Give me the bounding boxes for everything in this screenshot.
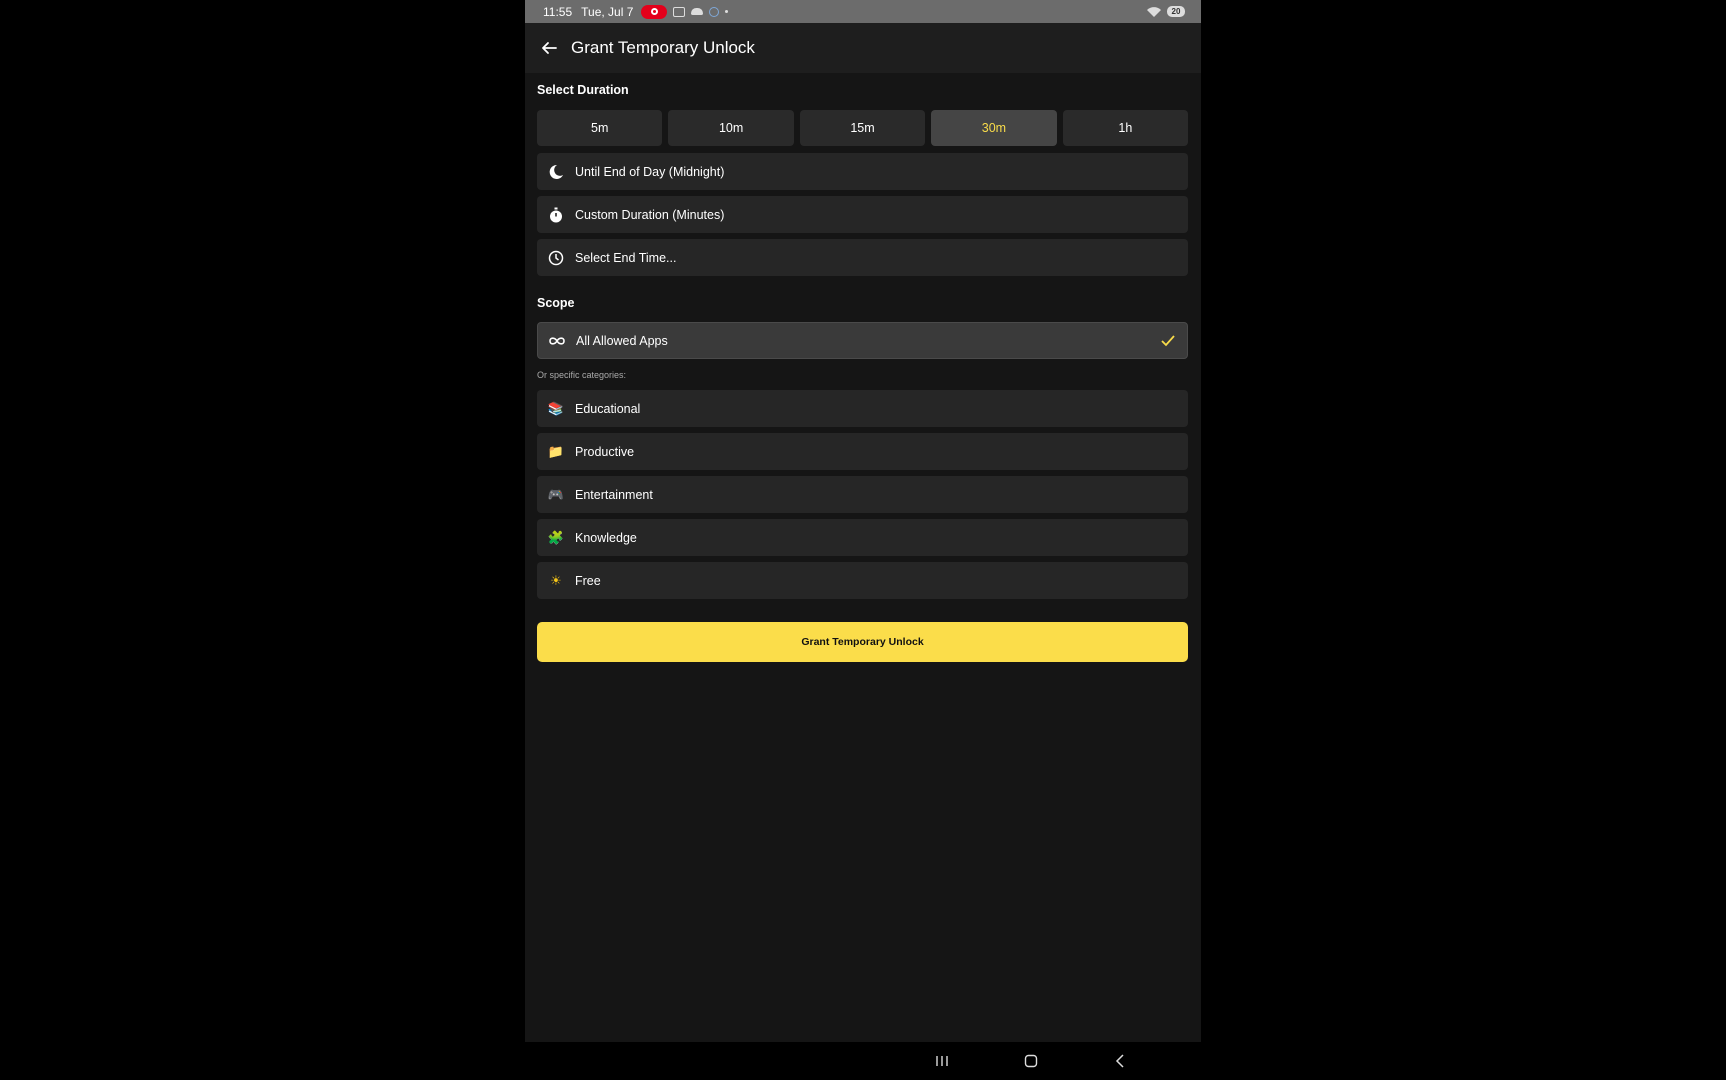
status-date: Tue, Jul 7: [581, 4, 634, 19]
system-nav-bar: [525, 1042, 1201, 1080]
home-icon[interactable]: [1011, 1042, 1051, 1080]
clock-icon: [547, 249, 565, 267]
categories-sub-label: Or specific categories:: [537, 370, 627, 380]
duration-30m-button[interactable]: 30m: [931, 110, 1057, 146]
duration-section-label: Select Duration: [537, 83, 629, 97]
duration-options: 5m 10m 15m 30m 1h: [537, 110, 1189, 146]
category-knowledge-row[interactable]: 🧩 Knowledge: [537, 519, 1188, 556]
duration-15m-button[interactable]: 15m: [799, 110, 926, 146]
category-productive-row[interactable]: 📁 Productive: [537, 433, 1188, 470]
sun-icon: ☀: [550, 572, 562, 588]
sync-icon: [709, 6, 720, 17]
all-allowed-apps-row[interactable]: All Allowed Apps: [537, 322, 1188, 359]
cloud-icon: [691, 8, 704, 15]
row-label: Until End of Day (Midnight): [575, 164, 725, 179]
folder-icon: 📁: [547, 443, 565, 459]
row-label: Select End Time...: [575, 250, 677, 265]
row-label: Entertainment: [575, 487, 653, 502]
row-label: Free: [575, 573, 601, 588]
recents-icon[interactable]: [922, 1042, 962, 1080]
battery-icon: 20: [1167, 6, 1185, 17]
gamepad-icon: 🎮: [547, 486, 565, 502]
row-label: Educational: [575, 401, 641, 416]
category-free-row[interactable]: ☀ Free: [537, 562, 1188, 599]
grant-temporary-unlock-button[interactable]: Grant Temporary Unlock: [537, 622, 1188, 662]
infinity-icon: [548, 332, 566, 350]
device-screen: 11:55 Tue, Jul 7 20 Grant Temporary Unlo…: [525, 0, 1201, 1080]
row-label: All Allowed Apps: [576, 333, 668, 348]
back-icon[interactable]: [1100, 1042, 1140, 1080]
row-label: Custom Duration (Minutes): [575, 207, 725, 222]
custom-duration-row[interactable]: Custom Duration (Minutes): [537, 196, 1188, 233]
row-label: Knowledge: [575, 530, 637, 545]
page-title: Grant Temporary Unlock: [571, 38, 755, 57]
until-end-of-day-row[interactable]: Until End of Day (Midnight): [537, 153, 1188, 190]
duration-10m-button[interactable]: 10m: [668, 110, 794, 146]
more-notifications-dot: [725, 10, 729, 13]
screenshot-icon: [673, 6, 686, 17]
books-icon: 📚: [547, 400, 565, 416]
checkmark-icon: [1161, 334, 1175, 347]
status-time: 11:55: [543, 4, 573, 19]
arrow-left-icon[interactable]: [537, 36, 561, 60]
duration-5m-button[interactable]: 5m: [537, 110, 663, 146]
wifi-icon: [1147, 6, 1161, 17]
moon-icon: [547, 163, 565, 181]
status-bar: 11:55 Tue, Jul 7 20: [525, 0, 1201, 23]
duration-1h-button[interactable]: 1h: [1062, 110, 1189, 146]
category-educational-row[interactable]: 📚 Educational: [537, 390, 1188, 427]
record-icon: [641, 4, 668, 19]
puzzle-icon: 🧩: [547, 529, 565, 545]
row-label: Productive: [575, 444, 635, 459]
stopwatch-icon: [547, 206, 565, 224]
category-entertainment-row[interactable]: 🎮 Entertainment: [537, 476, 1188, 513]
app-bar: Grant Temporary Unlock: [525, 23, 1201, 73]
scope-section-label: Scope: [537, 296, 575, 310]
select-end-time-row[interactable]: Select End Time...: [537, 239, 1188, 276]
